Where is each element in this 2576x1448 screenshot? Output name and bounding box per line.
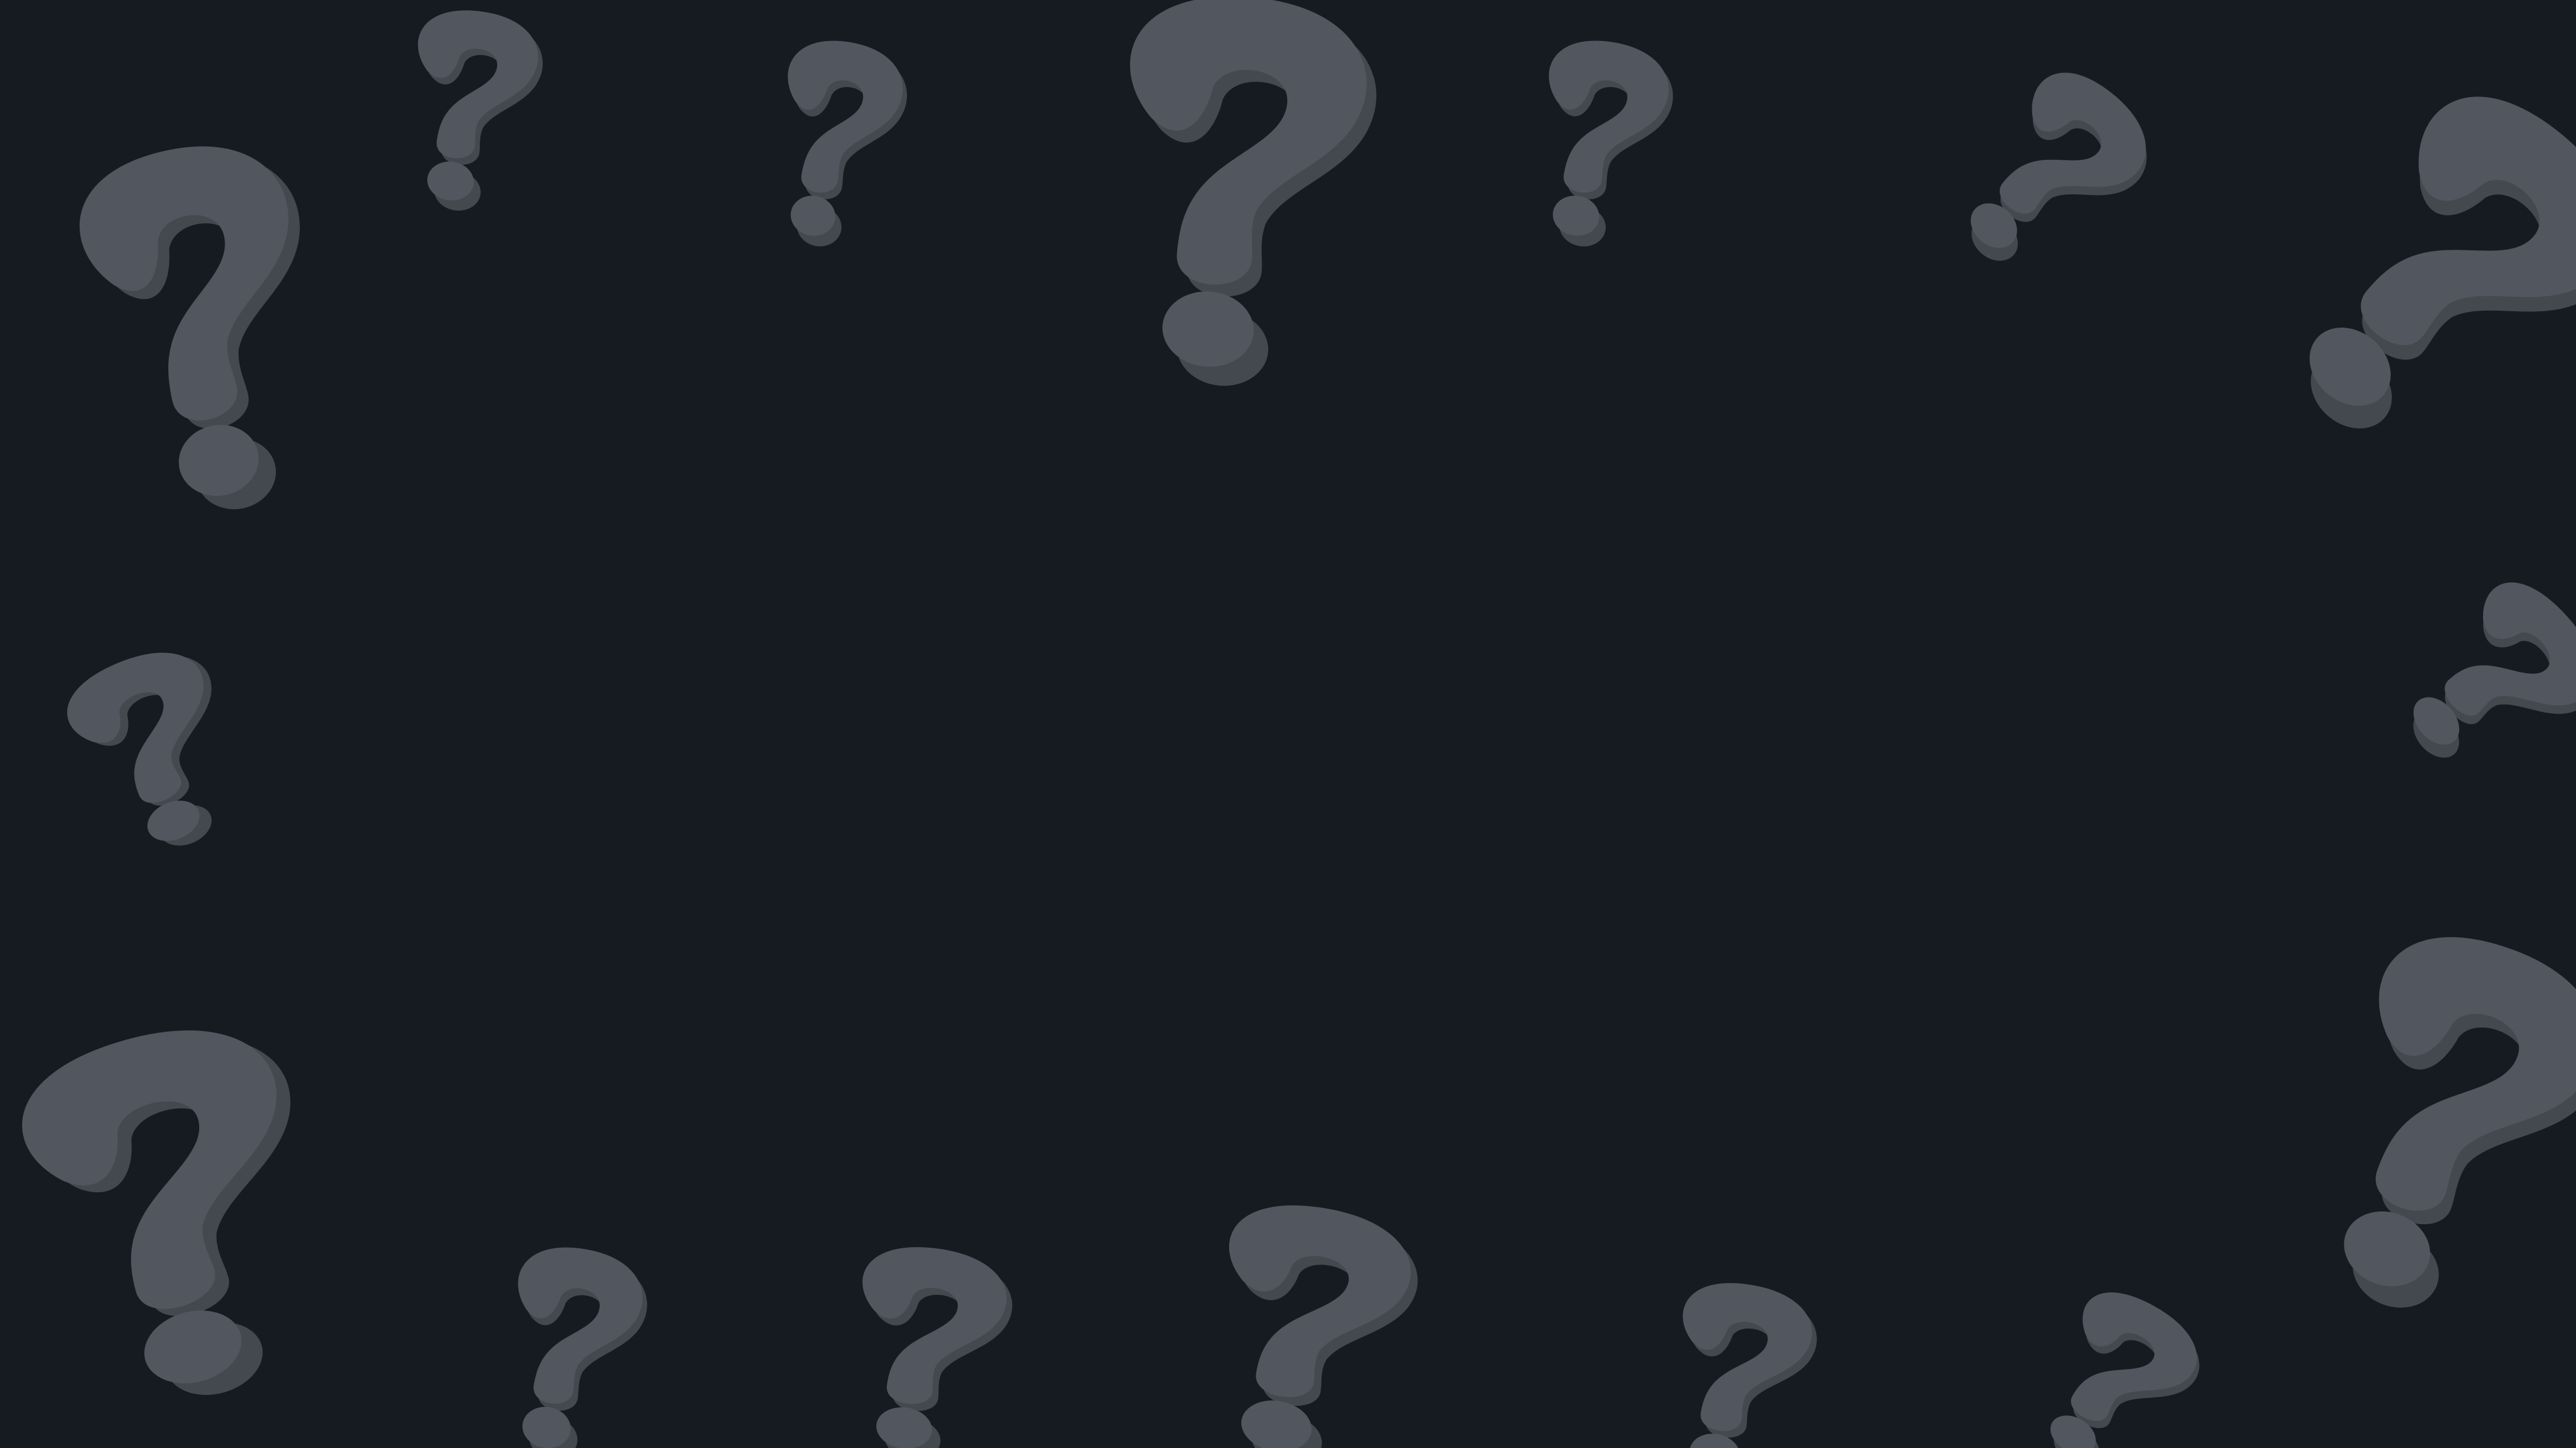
question-mark-icon-top-center-large: [1130, 0, 1376, 386]
question-mark-icon-bottom-small-1: [518, 1247, 647, 1448]
question-mark-icon-top-small-1: [418, 10, 543, 211]
question-mark-icon-bottom-small-4: [2050, 1292, 2199, 1448]
question-mark-icon-bottom-left-large: [22, 1030, 291, 1396]
question-mark-icon-top-small-4: [1970, 72, 2147, 261]
question-mark-icon-bottom-small-3: [1682, 1283, 1817, 1448]
question-mark-icon-bottom-small-2: [862, 1247, 1013, 1448]
question-mark-icon-bottom-center: [1229, 1205, 1418, 1448]
question-mark-icon-top-small-2: [787, 40, 908, 247]
question-mark-icon-right-middle: [2413, 582, 2576, 758]
question-mark-icon-left-middle: [67, 652, 212, 846]
question-mark-icon-top-small-3: [1548, 40, 1673, 247]
question-mark-pattern-background: [0, 0, 2576, 1448]
question-mark-icon-bottom-right-large: [2344, 937, 2576, 1308]
question-mark-icon-top-left-large: [80, 146, 300, 510]
question-mark-icon-top-right-large: [2309, 97, 2576, 429]
